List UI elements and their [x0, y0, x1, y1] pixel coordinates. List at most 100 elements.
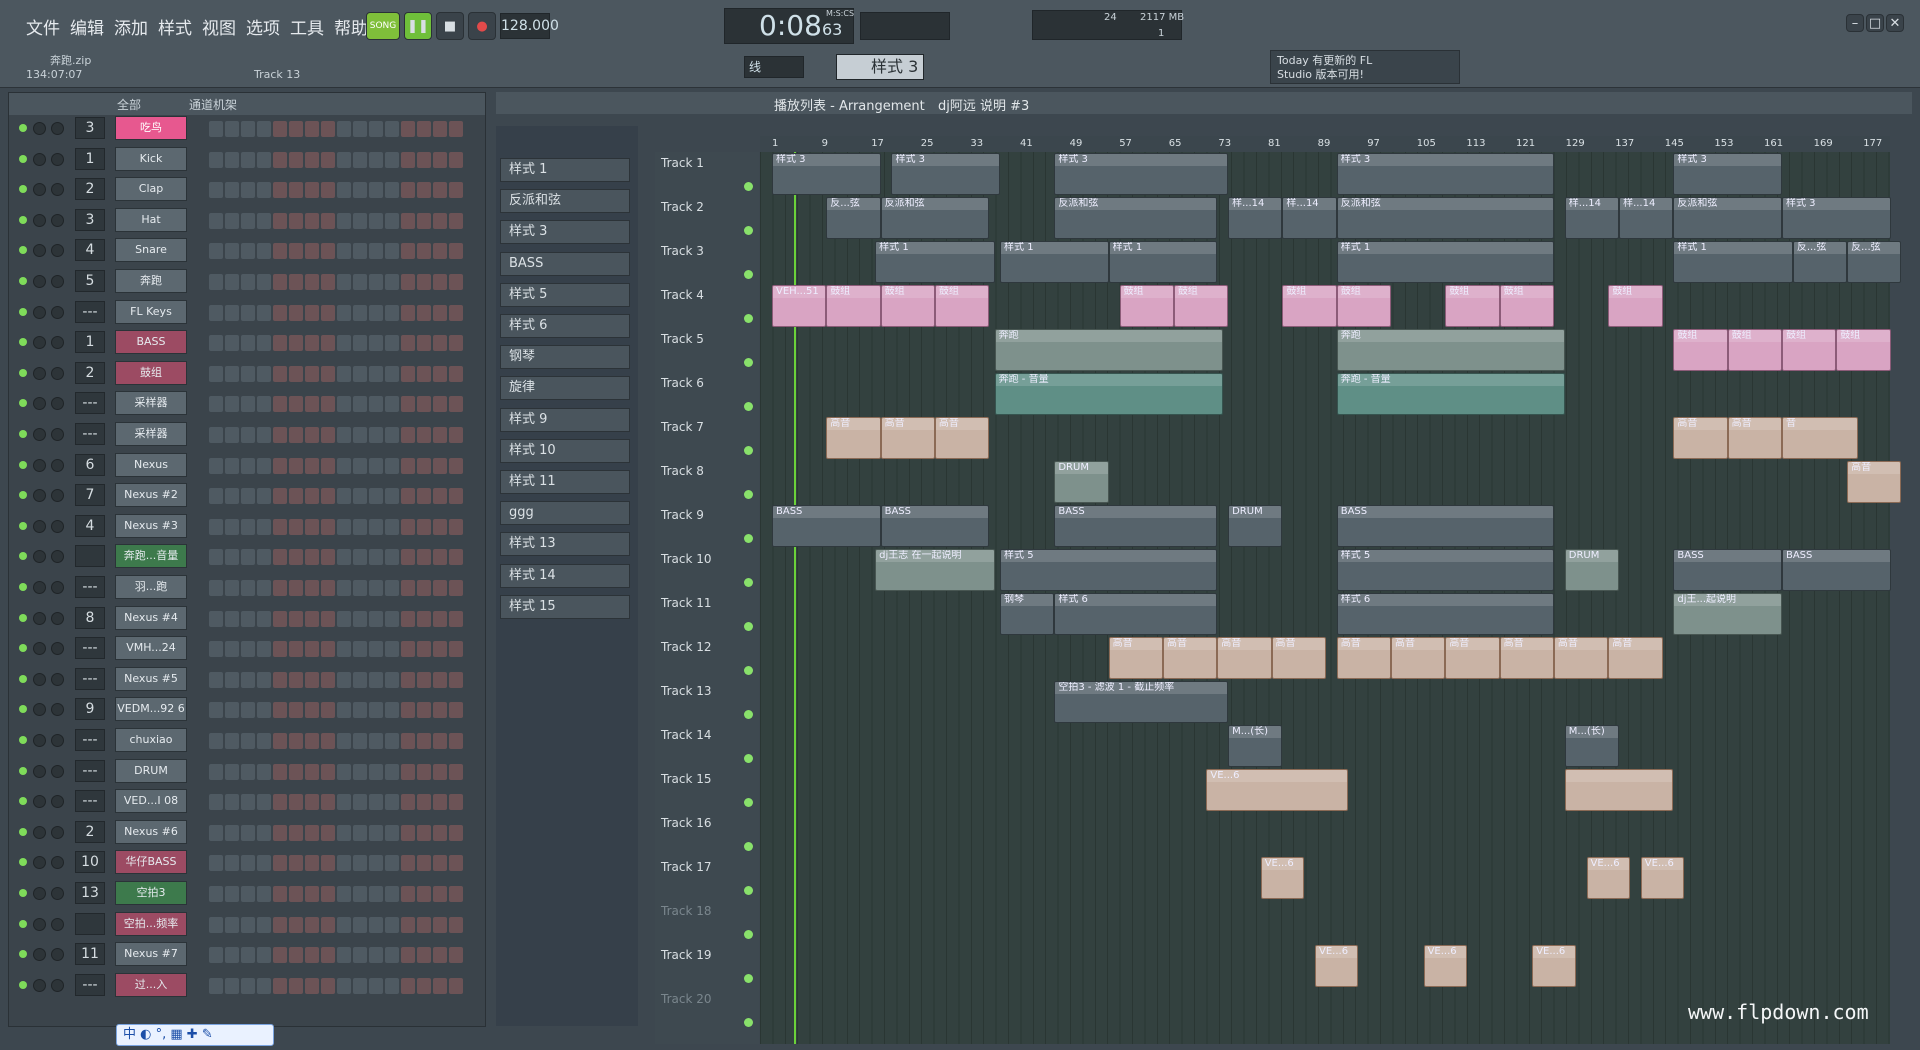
track-led-icon[interactable]	[744, 974, 753, 983]
step-button[interactable]	[369, 365, 383, 382]
step-button[interactable]	[289, 121, 303, 137]
step-button[interactable]	[305, 794, 319, 811]
step-button[interactable]	[321, 243, 335, 260]
step-button[interactable]	[401, 274, 415, 290]
channel-row[interactable]: --- VMH...24	[9, 633, 479, 663]
step-button[interactable]	[225, 457, 239, 474]
playlist-clip[interactable]: 鼓组	[1173, 285, 1229, 327]
step-button[interactable]	[273, 763, 287, 780]
step-button[interactable]	[305, 488, 319, 505]
step-button[interactable]	[305, 457, 319, 474]
step-button[interactable]	[417, 886, 431, 902]
step-button[interactable]	[209, 182, 223, 199]
playlist-clip[interactable]: 钢琴	[1000, 593, 1055, 635]
step-button[interactable]	[449, 274, 463, 290]
step-button[interactable]	[369, 580, 383, 596]
channel-name-button[interactable]: 采样器	[115, 422, 187, 446]
pattern-item[interactable]: 样式 5	[500, 282, 630, 307]
step-button[interactable]	[385, 824, 399, 841]
channel-led-icon[interactable]	[19, 215, 27, 224]
step-button[interactable]	[241, 977, 255, 994]
step-button[interactable]	[241, 457, 255, 474]
pan-knob-icon[interactable]	[33, 397, 46, 411]
step-button[interactable]	[209, 427, 223, 443]
track-led-icon[interactable]	[744, 358, 753, 367]
channel-mixer-track[interactable]	[75, 545, 105, 568]
step-button[interactable]	[209, 335, 223, 352]
channel-led-icon[interactable]	[19, 674, 27, 683]
step-button[interactable]	[321, 641, 335, 658]
playlist-clip[interactable]: 鼓组	[1119, 285, 1174, 327]
step-button[interactable]	[305, 855, 319, 872]
step-button[interactable]	[257, 488, 271, 505]
step-button[interactable]	[209, 580, 223, 596]
pan-knob-icon[interactable]	[33, 336, 46, 350]
step-button[interactable]	[337, 824, 351, 841]
pan-knob-icon[interactable]	[33, 305, 46, 319]
channel-mixer-track[interactable]: 5	[75, 270, 105, 292]
volume-knob-icon[interactable]	[51, 122, 64, 135]
playlist-clip[interactable]: BASS	[1336, 505, 1554, 547]
step-button[interactable]	[305, 518, 319, 535]
channel-row[interactable]: 2 鼓组	[9, 358, 479, 388]
step-button[interactable]	[353, 243, 367, 260]
pattern-item[interactable]: 样式 14	[500, 563, 630, 588]
step-button[interactable]	[385, 243, 399, 260]
step-button[interactable]	[401, 335, 415, 352]
playlist-clip[interactable]	[1564, 769, 1674, 811]
step-button[interactable]	[241, 365, 255, 382]
playlist-clip[interactable]: 样式 3	[1673, 153, 1782, 195]
pan-knob-icon[interactable]	[33, 948, 46, 962]
step-sequencer[interactable]	[209, 641, 463, 658]
step-button[interactable]	[433, 518, 447, 535]
step-button[interactable]	[257, 274, 271, 290]
step-button[interactable]	[273, 365, 287, 382]
step-button[interactable]	[305, 274, 319, 290]
step-button[interactable]	[353, 977, 367, 994]
step-button[interactable]	[449, 396, 463, 413]
volume-knob-icon[interactable]	[51, 244, 64, 258]
step-button[interactable]	[337, 794, 351, 811]
channel-mixer-track[interactable]: 4	[75, 514, 105, 537]
step-sequencer[interactable]	[209, 121, 463, 137]
pan-knob-icon[interactable]	[33, 978, 46, 992]
step-button[interactable]	[449, 304, 463, 321]
step-button[interactable]	[321, 488, 335, 505]
step-button[interactable]	[417, 763, 431, 780]
step-button[interactable]	[209, 151, 223, 168]
ime-toolbar[interactable]: 中 ◐ °, ▦ ✚ ✎	[116, 1024, 274, 1046]
step-sequencer[interactable]	[209, 427, 463, 443]
step-button[interactable]	[433, 151, 447, 168]
step-button[interactable]	[417, 733, 431, 749]
step-button[interactable]	[321, 549, 335, 566]
playlist-clip[interactable]: 高音	[1608, 637, 1663, 679]
channel-led-icon[interactable]	[19, 950, 27, 959]
channel-row[interactable]: --- DRUM	[9, 756, 479, 786]
step-button[interactable]	[369, 243, 383, 260]
step-button[interactable]	[337, 947, 351, 964]
channel-row[interactable]: 11 Nexus #7	[9, 939, 479, 969]
playlist-clip[interactable]: 空拍3 - 滤波 1 - 截止频率	[1054, 681, 1229, 723]
step-button[interactable]	[321, 335, 335, 352]
step-button[interactable]	[273, 794, 287, 811]
step-button[interactable]	[305, 916, 319, 933]
step-button[interactable]	[401, 641, 415, 658]
step-button[interactable]	[369, 824, 383, 841]
step-button[interactable]	[417, 304, 431, 321]
step-button[interactable]	[273, 427, 287, 443]
step-button[interactable]	[401, 763, 415, 780]
volume-knob-icon[interactable]	[51, 550, 64, 564]
step-button[interactable]	[401, 182, 415, 199]
playlist-clip[interactable]: 鼓组	[1727, 329, 1782, 371]
playlist-clip[interactable]: VE...6	[1640, 857, 1685, 899]
step-button[interactable]	[417, 335, 431, 352]
pan-knob-icon[interactable]	[33, 122, 46, 135]
step-button[interactable]	[337, 396, 351, 413]
playlist-clip[interactable]: 样式 3	[1054, 153, 1229, 195]
playlist-clip[interactable]: 样式 1	[1673, 241, 1793, 283]
channel-led-icon[interactable]	[19, 644, 27, 653]
pan-knob-icon[interactable]	[33, 703, 46, 717]
step-button[interactable]	[433, 427, 447, 443]
step-button[interactable]	[353, 151, 367, 168]
step-button[interactable]	[449, 977, 463, 994]
